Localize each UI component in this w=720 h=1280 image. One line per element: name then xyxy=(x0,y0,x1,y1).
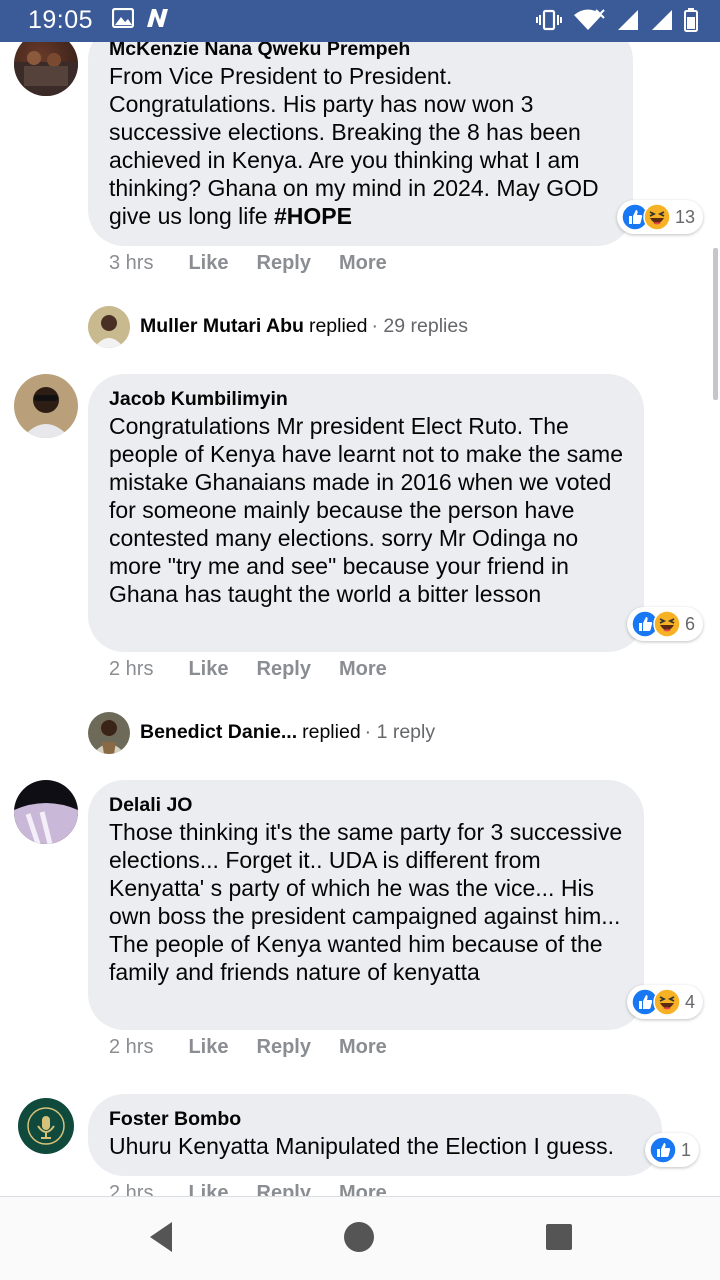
more-button[interactable]: More xyxy=(339,1036,387,1059)
comment-actions: 3 hrs Like Reply More xyxy=(109,252,415,275)
reaction-count: 4 xyxy=(685,991,696,1012)
hashtag-link[interactable]: #HOPE xyxy=(274,203,352,229)
comment-bubble[interactable]: Delali JO Those thinking it's the same p… xyxy=(88,780,644,1030)
comment-bubble[interactable]: McKenzie Nana Qweku Prempeh From Vice Pr… xyxy=(88,42,633,246)
reply-button[interactable]: Reply xyxy=(257,252,311,275)
signal-icon xyxy=(618,10,638,30)
replied-text: replied xyxy=(302,721,361,743)
scrollbar[interactable] xyxy=(713,248,718,400)
replied-text: replied xyxy=(308,315,368,337)
like-reaction-icon xyxy=(649,1136,677,1164)
like-button[interactable]: Like xyxy=(188,252,228,275)
comment-actions: 2 hrs Like Reply More xyxy=(109,1036,415,1059)
reaction-summary[interactable]: 13 xyxy=(617,200,704,234)
signal-icon xyxy=(652,10,672,30)
status-bar: 19:05 xyxy=(0,0,720,42)
comment-text: From Vice President to President. Congra… xyxy=(109,63,599,229)
comment-time[interactable]: 2 hrs xyxy=(109,1036,153,1059)
reply-button[interactable]: Reply xyxy=(257,1182,311,1196)
reaction-summary[interactable]: 6 xyxy=(627,607,704,641)
more-button[interactable]: More xyxy=(339,252,387,275)
comment-actions: 2 hrs Like Reply More xyxy=(109,1182,415,1196)
reply-avatar[interactable] xyxy=(88,712,130,754)
comment-author[interactable]: McKenzie Nana Qweku Prempeh xyxy=(109,42,613,62)
replier-name: Benedict Danie... xyxy=(140,721,298,743)
status-time: 19:05 xyxy=(28,6,94,34)
haha-reaction-icon xyxy=(653,988,681,1016)
home-icon[interactable] xyxy=(343,1221,375,1253)
avatar[interactable] xyxy=(14,42,78,96)
comment-text: Congratulations Mr president Elect Ruto.… xyxy=(109,413,623,607)
like-button[interactable]: Like xyxy=(188,1036,228,1059)
view-replies-link[interactable]: Benedict Danie... replied · 1 reply xyxy=(140,721,435,744)
reaction-count: 13 xyxy=(675,206,696,227)
haha-reaction-icon xyxy=(653,610,681,638)
like-button[interactable]: Like xyxy=(188,658,228,681)
image-icon xyxy=(112,8,134,28)
comment-time[interactable]: 2 hrs xyxy=(109,1182,153,1196)
comments-feed[interactable]: McKenzie Nana Qweku Prempeh From Vice Pr… xyxy=(0,42,720,1196)
battery-icon xyxy=(684,8,698,32)
comment-actions: 2 hrs Like Reply More xyxy=(109,658,415,681)
reply-count: · 1 reply xyxy=(364,721,436,743)
reaction-count: 1 xyxy=(681,1139,692,1160)
comment-text: Those thinking it's the same party for 3… xyxy=(109,819,623,985)
comment-author[interactable]: Delali JO xyxy=(109,792,624,818)
avatar[interactable] xyxy=(14,1094,78,1158)
comment-author[interactable]: Jacob Kumbilimyin xyxy=(109,386,624,412)
recents-icon[interactable] xyxy=(545,1223,573,1251)
vibrate-icon xyxy=(536,9,562,31)
comment-time[interactable]: 2 hrs xyxy=(109,658,153,681)
reply-button[interactable]: Reply xyxy=(257,658,311,681)
haha-reaction-icon xyxy=(643,203,671,231)
reply-count: · 29 replies xyxy=(371,315,468,337)
like-button[interactable]: Like xyxy=(188,1182,228,1196)
view-replies-link[interactable]: Muller Mutari Abu replied · 29 replies xyxy=(140,315,468,338)
reaction-count: 6 xyxy=(685,613,696,634)
android-nav-bar xyxy=(0,1196,720,1280)
wifi-icon xyxy=(574,9,605,30)
reaction-summary[interactable]: 4 xyxy=(627,985,704,1019)
more-button[interactable]: More xyxy=(339,658,387,681)
reply-avatar[interactable] xyxy=(88,306,130,348)
comment-author[interactable]: Foster Bombo xyxy=(109,1106,642,1132)
comment-bubble[interactable]: Foster Bombo Uhuru Kenyatta Manipulated … xyxy=(88,1094,662,1176)
n-app-icon xyxy=(147,9,168,27)
more-button[interactable]: More xyxy=(339,1182,387,1196)
avatar[interactable] xyxy=(14,780,78,844)
comment-bubble[interactable]: Jacob Kumbilimyin Congratulations Mr pre… xyxy=(88,374,644,652)
comment-text: Uhuru Kenyatta Manipulated the Election … xyxy=(109,1133,615,1159)
back-icon[interactable] xyxy=(146,1219,174,1255)
avatar[interactable] xyxy=(14,374,78,438)
replier-name: Muller Mutari Abu xyxy=(140,315,304,337)
comment-time[interactable]: 3 hrs xyxy=(109,252,153,275)
reply-button[interactable]: Reply xyxy=(257,1036,311,1059)
reaction-summary[interactable]: 1 xyxy=(645,1133,700,1167)
